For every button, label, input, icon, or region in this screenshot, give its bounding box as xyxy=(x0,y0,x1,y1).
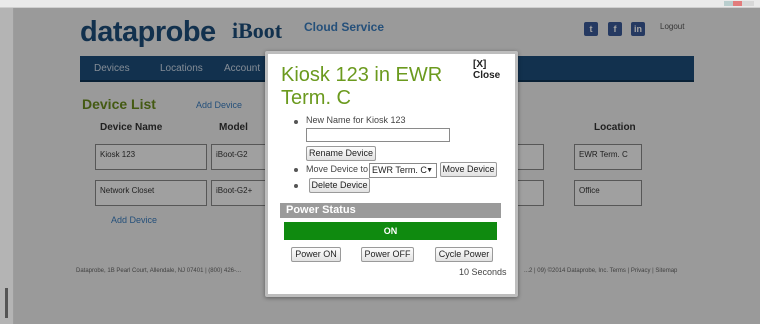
delete-device-button[interactable]: Delete Device xyxy=(309,178,370,193)
power-state-indicator: ON xyxy=(284,222,497,240)
power-on-button[interactable]: Power ON xyxy=(291,247,341,262)
cycle-power-button[interactable]: Cycle Power xyxy=(435,247,493,262)
move-device-button[interactable]: Move Device xyxy=(440,162,497,177)
new-name-label: New Name for Kiosk 123 xyxy=(306,115,406,125)
bullet-icon xyxy=(294,168,298,172)
bullet-icon xyxy=(294,120,298,124)
browser-chrome xyxy=(0,0,760,8)
new-name-input[interactable] xyxy=(306,128,450,142)
bullet-icon xyxy=(294,184,298,188)
cycle-seconds-label: 10 Seconds xyxy=(459,267,507,277)
power-off-button[interactable]: Power OFF xyxy=(361,247,414,262)
scroll-handle[interactable] xyxy=(5,288,8,318)
power-status-header: Power Status xyxy=(280,203,501,218)
move-device-label: Move Device to xyxy=(306,164,369,174)
side-panel-edge xyxy=(0,8,14,324)
window-controls[interactable] xyxy=(724,1,754,6)
modal-title: Kiosk 123 in EWR Term. C xyxy=(281,64,443,109)
close-button[interactable]: [X] Close xyxy=(473,59,515,81)
rename-device-button[interactable]: Rename Device xyxy=(306,146,376,161)
chevron-down-icon: ▼ xyxy=(426,167,433,174)
location-select[interactable]: EWR Term. C ▼ xyxy=(369,163,437,178)
device-modal: Kiosk 123 in EWR Term. C [X] Close New N… xyxy=(265,51,518,297)
location-select-value: EWR Term. C xyxy=(372,165,427,175)
